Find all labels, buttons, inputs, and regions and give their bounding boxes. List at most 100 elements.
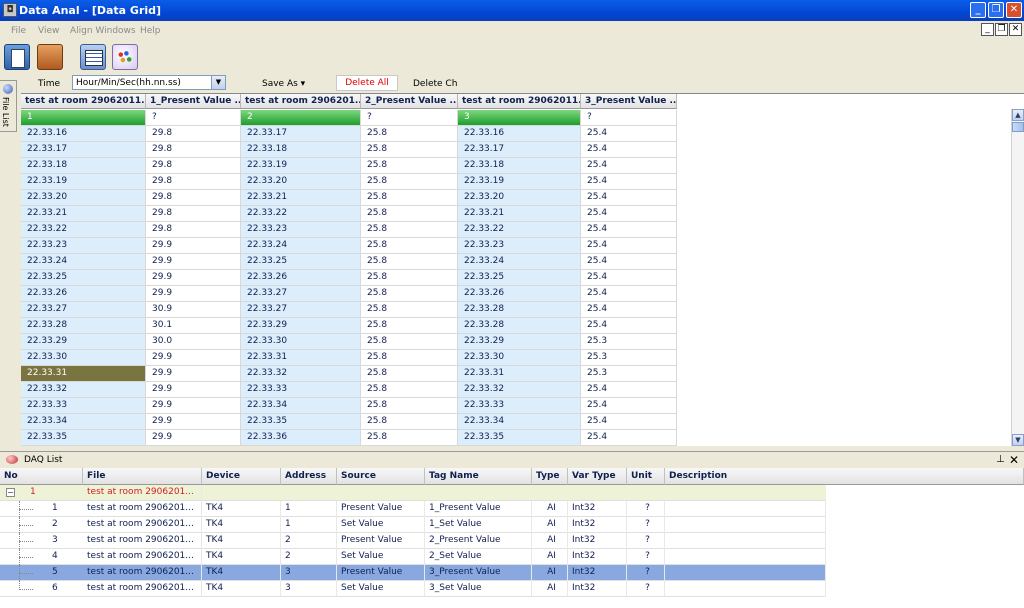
grid-cell[interactable]: 22.33.21: [21, 206, 146, 222]
grid-cell[interactable]: 22.33.18: [241, 142, 361, 158]
grid-cell[interactable]: 29.9: [146, 366, 241, 382]
grid-cell[interactable]: 25.4: [581, 286, 677, 302]
grid-cell[interactable]: 22.33.28: [458, 318, 581, 334]
grid-channel-cell[interactable]: 2: [241, 110, 361, 126]
grid-column-header[interactable]: 3_Present Value ...: [581, 94, 677, 109]
save-as-button[interactable]: Save As ▾: [262, 79, 305, 89]
grid-cell[interactable]: 25.4: [581, 238, 677, 254]
grid-cell[interactable]: 25.4: [581, 142, 677, 158]
grid-cell[interactable]: 25.3: [581, 350, 677, 366]
grid-cell[interactable]: 22.33.30: [21, 350, 146, 366]
collapse-icon[interactable]: −: [6, 488, 15, 497]
minimize-button[interactable]: _: [970, 2, 986, 18]
grid-column-header[interactable]: 2_Present Value ...: [361, 94, 458, 109]
grid-cell[interactable]: 22.33.30: [241, 334, 361, 350]
grid-cell[interactable]: 22.33.32: [21, 382, 146, 398]
delete-all-button[interactable]: Delete All: [336, 75, 398, 91]
grid-cell[interactable]: 22.33.17: [241, 126, 361, 142]
scroll-thumb[interactable]: [1012, 122, 1024, 132]
grid-cell[interactable]: 25.8: [361, 158, 458, 174]
grid-column-header[interactable]: test at room 2906201...: [241, 94, 361, 109]
daq-column-header[interactable]: Source: [337, 468, 425, 485]
daq-column-header[interactable]: File: [83, 468, 202, 485]
grid-cell[interactable]: 22.33.21: [241, 190, 361, 206]
grid-cell[interactable]: 22.33.31: [241, 350, 361, 366]
grid-cell[interactable]: 22.33.29: [241, 318, 361, 334]
grid-cell[interactable]: 22.33.31: [458, 366, 581, 382]
delete-channel-button[interactable]: Delete Ch: [413, 79, 457, 89]
scroll-up-icon[interactable]: ▲: [1012, 109, 1024, 121]
grid-cell[interactable]: 22.33.34: [458, 414, 581, 430]
grid-cell[interactable]: 29.8: [146, 142, 241, 158]
menu-view[interactable]: View: [38, 26, 59, 36]
grid-vertical-scrollbar[interactable]: ▲ ▼: [1011, 109, 1024, 446]
grid-cell[interactable]: 29.8: [146, 126, 241, 142]
grid-cell[interactable]: 30.9: [146, 302, 241, 318]
grid-cell[interactable]: 22.33.34: [21, 414, 146, 430]
grid-cell[interactable]: 22.33.33: [21, 398, 146, 414]
grid-cell[interactable]: 30.1: [146, 318, 241, 334]
grid-cell[interactable]: 22.33.19: [21, 174, 146, 190]
close-icon[interactable]: ✕: [1009, 453, 1019, 467]
grid-cell[interactable]: 29.8: [146, 206, 241, 222]
grid-cell[interactable]: 29.9: [146, 350, 241, 366]
daq-column-header[interactable]: Tag Name: [425, 468, 532, 485]
grid-cell[interactable]: 22.33.23: [458, 238, 581, 254]
grid-cell[interactable]: 29.9: [146, 382, 241, 398]
mdi-restore-button[interactable]: ❐: [995, 23, 1008, 36]
file-list-tab[interactable]: File List: [0, 80, 17, 132]
grid-cell[interactable]: 25.8: [361, 382, 458, 398]
grid-cell[interactable]: 22.33.17: [458, 142, 581, 158]
grid-cell[interactable]: 22.33.16: [458, 126, 581, 142]
grid-cell[interactable]: 25.4: [581, 254, 677, 270]
open-file-icon[interactable]: [37, 44, 63, 70]
grid-cell[interactable]: 22.33.19: [458, 174, 581, 190]
grid-cell[interactable]: 22.33.19: [241, 158, 361, 174]
daq-column-header[interactable]: Var Type: [568, 468, 627, 485]
grid-cell[interactable]: 22.33.31: [21, 366, 146, 382]
grid-cell[interactable]: 25.4: [581, 222, 677, 238]
data-grid-icon[interactable]: [80, 44, 106, 70]
grid-cell[interactable]: 22.33.33: [241, 382, 361, 398]
grid-cell[interactable]: 25.8: [361, 286, 458, 302]
grid-cell[interactable]: 22.33.24: [458, 254, 581, 270]
daq-row[interactable]: 1 test at room 2906201... TK4 1 Present Valu…: [0, 501, 826, 517]
close-button[interactable]: ✕: [1006, 2, 1022, 18]
grid-cell[interactable]: 22.33.25: [241, 254, 361, 270]
grid-cell[interactable]: 22.33.26: [241, 270, 361, 286]
grid-cell[interactable]: 25.4: [581, 398, 677, 414]
grid-channel-cell[interactable]: 3: [458, 110, 581, 126]
grid-cell[interactable]: 29.9: [146, 430, 241, 446]
daq-column-header[interactable]: Unit: [627, 468, 665, 485]
grid-cell[interactable]: 22.33.24: [241, 238, 361, 254]
grid-cell[interactable]: 25.8: [361, 254, 458, 270]
grid-cell[interactable]: 22.33.29: [458, 334, 581, 350]
mdi-close-button[interactable]: ✕: [1009, 23, 1022, 36]
grid-cell[interactable]: 25.4: [581, 158, 677, 174]
time-format-select[interactable]: Hour/Min/Sec(hh.nn.ss) ▼: [72, 75, 226, 90]
chevron-down-icon[interactable]: ▼: [211, 76, 225, 89]
grid-cell[interactable]: 22.33.20: [241, 174, 361, 190]
grid-cell[interactable]: 29.9: [146, 254, 241, 270]
grid-cell[interactable]: 29.8: [146, 190, 241, 206]
grid-cell[interactable]: 22.33.20: [458, 190, 581, 206]
grid-cell[interactable]: 25.8: [361, 206, 458, 222]
grid-cell[interactable]: 22.33.23: [241, 222, 361, 238]
grid-cell[interactable]: 29.9: [146, 286, 241, 302]
grid-channel-cell[interactable]: ?: [146, 110, 241, 126]
grid-column-header[interactable]: 1_Present Value ...: [146, 94, 241, 109]
daq-column-header[interactable]: Type: [532, 468, 568, 485]
grid-cell[interactable]: 25.4: [581, 302, 677, 318]
daq-row[interactable]: 4 test at room 2906201... TK4 2 Set Value 2_S…: [0, 549, 826, 565]
grid-cell[interactable]: 25.8: [361, 350, 458, 366]
grid-cell[interactable]: 25.4: [581, 206, 677, 222]
grid-cell[interactable]: 22.33.22: [21, 222, 146, 238]
grid-cell[interactable]: 25.8: [361, 318, 458, 334]
grid-channel-cell[interactable]: ?: [581, 110, 677, 126]
menu-help[interactable]: Help: [140, 26, 161, 36]
grid-cell[interactable]: 22.33.34: [241, 398, 361, 414]
grid-cell[interactable]: 22.33.22: [241, 206, 361, 222]
grid-cell[interactable]: 29.9: [146, 270, 241, 286]
grid-cell[interactable]: 25.4: [581, 270, 677, 286]
grid-cell[interactable]: 25.8: [361, 142, 458, 158]
